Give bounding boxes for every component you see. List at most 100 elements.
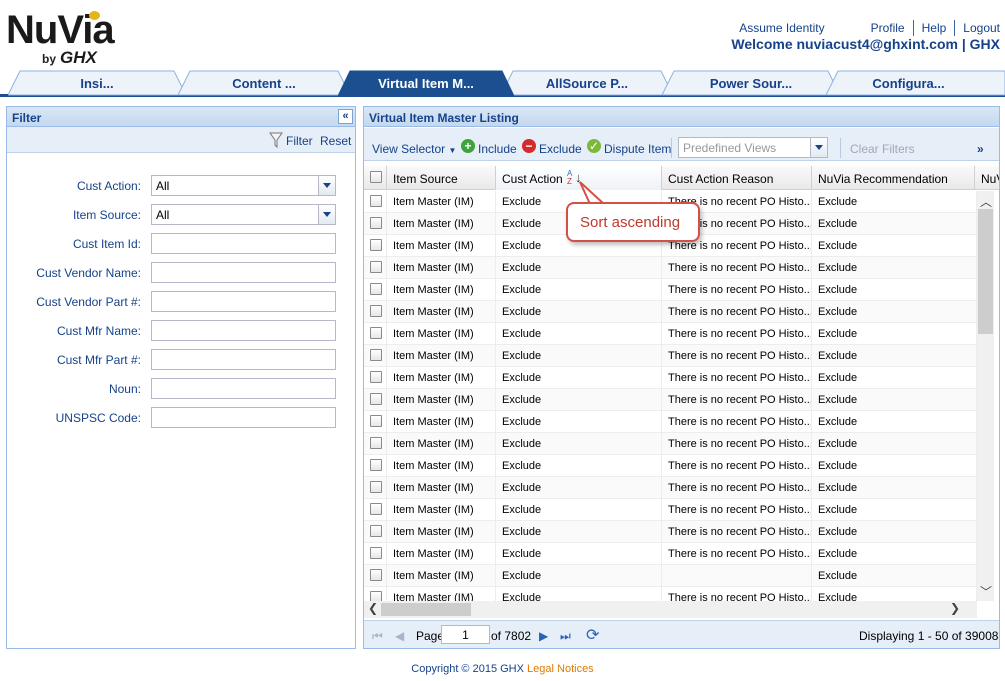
row-checkbox[interactable]	[370, 305, 382, 317]
row-checkbox[interactable]	[370, 591, 382, 601]
row-checkbox[interactable]	[370, 459, 382, 471]
toolbar-separator	[840, 138, 841, 158]
filter-text-input[interactable]	[151, 407, 336, 428]
row-checkbox[interactable]	[370, 415, 382, 427]
legal-notices-link[interactable]: Legal Notices	[527, 663, 594, 675]
row-checkbox[interactable]	[370, 569, 382, 581]
tab-insights[interactable]: Insi...	[8, 70, 186, 96]
filter-text-input[interactable]	[151, 233, 336, 254]
include-plus-icon[interactable]: +	[461, 139, 475, 153]
row-checkbox[interactable]	[370, 261, 382, 273]
chevron-down-icon[interactable]	[318, 205, 335, 224]
predefined-views-select[interactable]: Predefined Views	[678, 137, 828, 158]
more-tools-icon[interactable]: »	[977, 142, 984, 156]
chevron-down-icon[interactable]	[318, 176, 335, 195]
table-row[interactable]: Item Master (IM) Exclude There is no recen…	[364, 257, 977, 279]
table-row[interactable]: Item Master (IM) Exclude There is no recen…	[364, 279, 977, 301]
column-header-cust-action-reason[interactable]: Cust Action Reason	[662, 166, 812, 190]
column-header-nuvia-more[interactable]: NuV	[975, 166, 999, 190]
scroll-up-icon[interactable]: ︿	[980, 193, 992, 210]
horizontal-scroll-thumb[interactable]	[381, 603, 471, 616]
cell-item-source: Item Master (IM)	[387, 587, 496, 601]
horizontal-scrollbar[interactable]: ❮ ❯	[364, 601, 977, 618]
filter-text-input[interactable]	[151, 349, 336, 370]
scroll-left-icon[interactable]: ❮	[368, 601, 378, 615]
clear-filters-button[interactable]: Clear Filters	[850, 142, 915, 156]
table-row[interactable]: Item Master (IM) Exclude There is no recen…	[364, 455, 977, 477]
filter-text-input[interactable]	[151, 262, 336, 283]
column-header-item-source[interactable]: Item Source	[387, 166, 496, 190]
page-number-input[interactable]	[441, 625, 490, 644]
tab-power-source[interactable]: Power Sour...	[662, 70, 840, 96]
exclude-minus-icon[interactable]: −	[522, 139, 536, 153]
row-checkbox[interactable]	[370, 195, 382, 207]
table-row[interactable]: Item Master (IM) Exclude There is no recen…	[364, 389, 977, 411]
chevron-down-icon[interactable]	[810, 138, 827, 157]
filter-select[interactable]: All	[151, 204, 336, 225]
row-checkbox[interactable]	[370, 481, 382, 493]
collapse-panel-button[interactable]: «	[338, 109, 353, 124]
row-checkbox[interactable]	[370, 393, 382, 405]
apply-filter-button[interactable]: Filter	[286, 134, 313, 148]
table-row[interactable]: Item Master (IM) Exclude There is no recen…	[364, 301, 977, 323]
row-checkbox[interactable]	[370, 217, 382, 229]
filter-text-input[interactable]	[151, 378, 336, 399]
row-checkbox[interactable]	[370, 437, 382, 449]
row-checkbox[interactable]	[370, 327, 382, 339]
tab-allsource[interactable]: AllSource P...	[501, 70, 673, 96]
row-checkbox[interactable]	[370, 349, 382, 361]
assume-identity-link[interactable]: Assume Identity	[731, 21, 832, 35]
scroll-right-icon[interactable]: ❯	[950, 601, 960, 615]
reset-filter-button[interactable]: Reset	[320, 134, 351, 148]
select-all-checkbox[interactable]	[370, 171, 382, 183]
table-row[interactable]: Item Master (IM) Exclude There is no recen…	[364, 345, 977, 367]
logo-sparkle-icon	[89, 11, 100, 20]
chevron-down-icon: ▼	[448, 146, 457, 155]
table-row[interactable]: Item Master (IM) Exclude There is no recen…	[364, 587, 977, 601]
filter-select[interactable]: All	[151, 175, 336, 196]
vertical-scroll-thumb[interactable]	[978, 209, 993, 334]
profile-link[interactable]: Profile	[863, 21, 913, 35]
tab-virtual-item-master[interactable]: Virtual Item M...	[338, 70, 514, 96]
welcome-text: Welcome nuviacust4@ghxint.com | GHX	[731, 36, 1000, 52]
refresh-icon[interactable]: ⟳	[586, 625, 599, 645]
tab-content[interactable]: Content ...	[178, 70, 350, 96]
row-checkbox[interactable]	[370, 239, 382, 251]
table-row[interactable]: Item Master (IM) Exclude There is no recen…	[364, 543, 977, 565]
exclude-button[interactable]: Exclude	[539, 142, 582, 156]
filter-text-input[interactable]	[151, 291, 336, 312]
logout-link[interactable]: Logout	[955, 21, 1000, 35]
listing-panel: Virtual Item Master Listing View Selecto…	[363, 106, 1000, 649]
tab-configuration[interactable]: Configura...	[826, 70, 1005, 96]
cell-nuvia-recommendation: Exclude	[812, 433, 977, 455]
table-row[interactable]: Item Master (IM) Exclude There is no recen…	[364, 323, 977, 345]
table-row[interactable]: Item Master (IM) Exclude There is no recen…	[364, 411, 977, 433]
table-row[interactable]: Item Master (IM) Exclude There is no recen…	[364, 521, 977, 543]
table-row[interactable]: Item Master (IM) Exclude Exclude	[364, 565, 977, 587]
logo-by: by	[42, 52, 57, 66]
table-row[interactable]: Item Master (IM) Exclude There is no recen…	[364, 477, 977, 499]
help-link[interactable]: Help	[914, 21, 955, 35]
prev-page-icon[interactable]: ◀	[395, 629, 404, 643]
row-select-cell	[364, 323, 387, 345]
row-checkbox[interactable]	[370, 525, 382, 537]
column-header-nuvia-recommendation[interactable]: NuVia Recommendation	[812, 166, 975, 190]
table-row[interactable]: Item Master (IM) Exclude There is no recen…	[364, 367, 977, 389]
last-page-icon[interactable]: ⏭	[560, 629, 571, 644]
row-checkbox[interactable]	[370, 371, 382, 383]
first-page-icon[interactable]: ⏮	[372, 629, 383, 644]
table-row[interactable]: Item Master (IM) Exclude There is no recen…	[364, 499, 977, 521]
view-selector-button[interactable]: View Selector ▼	[372, 142, 456, 156]
dispute-check-icon[interactable]: ✓	[587, 139, 601, 153]
next-page-icon[interactable]: ▶	[539, 629, 548, 643]
dispute-item-button[interactable]: Dispute Item	[604, 142, 671, 156]
row-checkbox[interactable]	[370, 283, 382, 295]
row-select-cell	[364, 389, 387, 411]
table-row[interactable]: Item Master (IM) Exclude There is no recen…	[364, 433, 977, 455]
include-button[interactable]: Include	[478, 142, 517, 156]
row-checkbox[interactable]	[370, 547, 382, 559]
filter-text-input[interactable]	[151, 320, 336, 341]
scroll-down-icon[interactable]: ﹀	[980, 583, 992, 600]
row-checkbox[interactable]	[370, 503, 382, 515]
vertical-scrollbar[interactable]: ︿ ﹀	[977, 191, 994, 601]
